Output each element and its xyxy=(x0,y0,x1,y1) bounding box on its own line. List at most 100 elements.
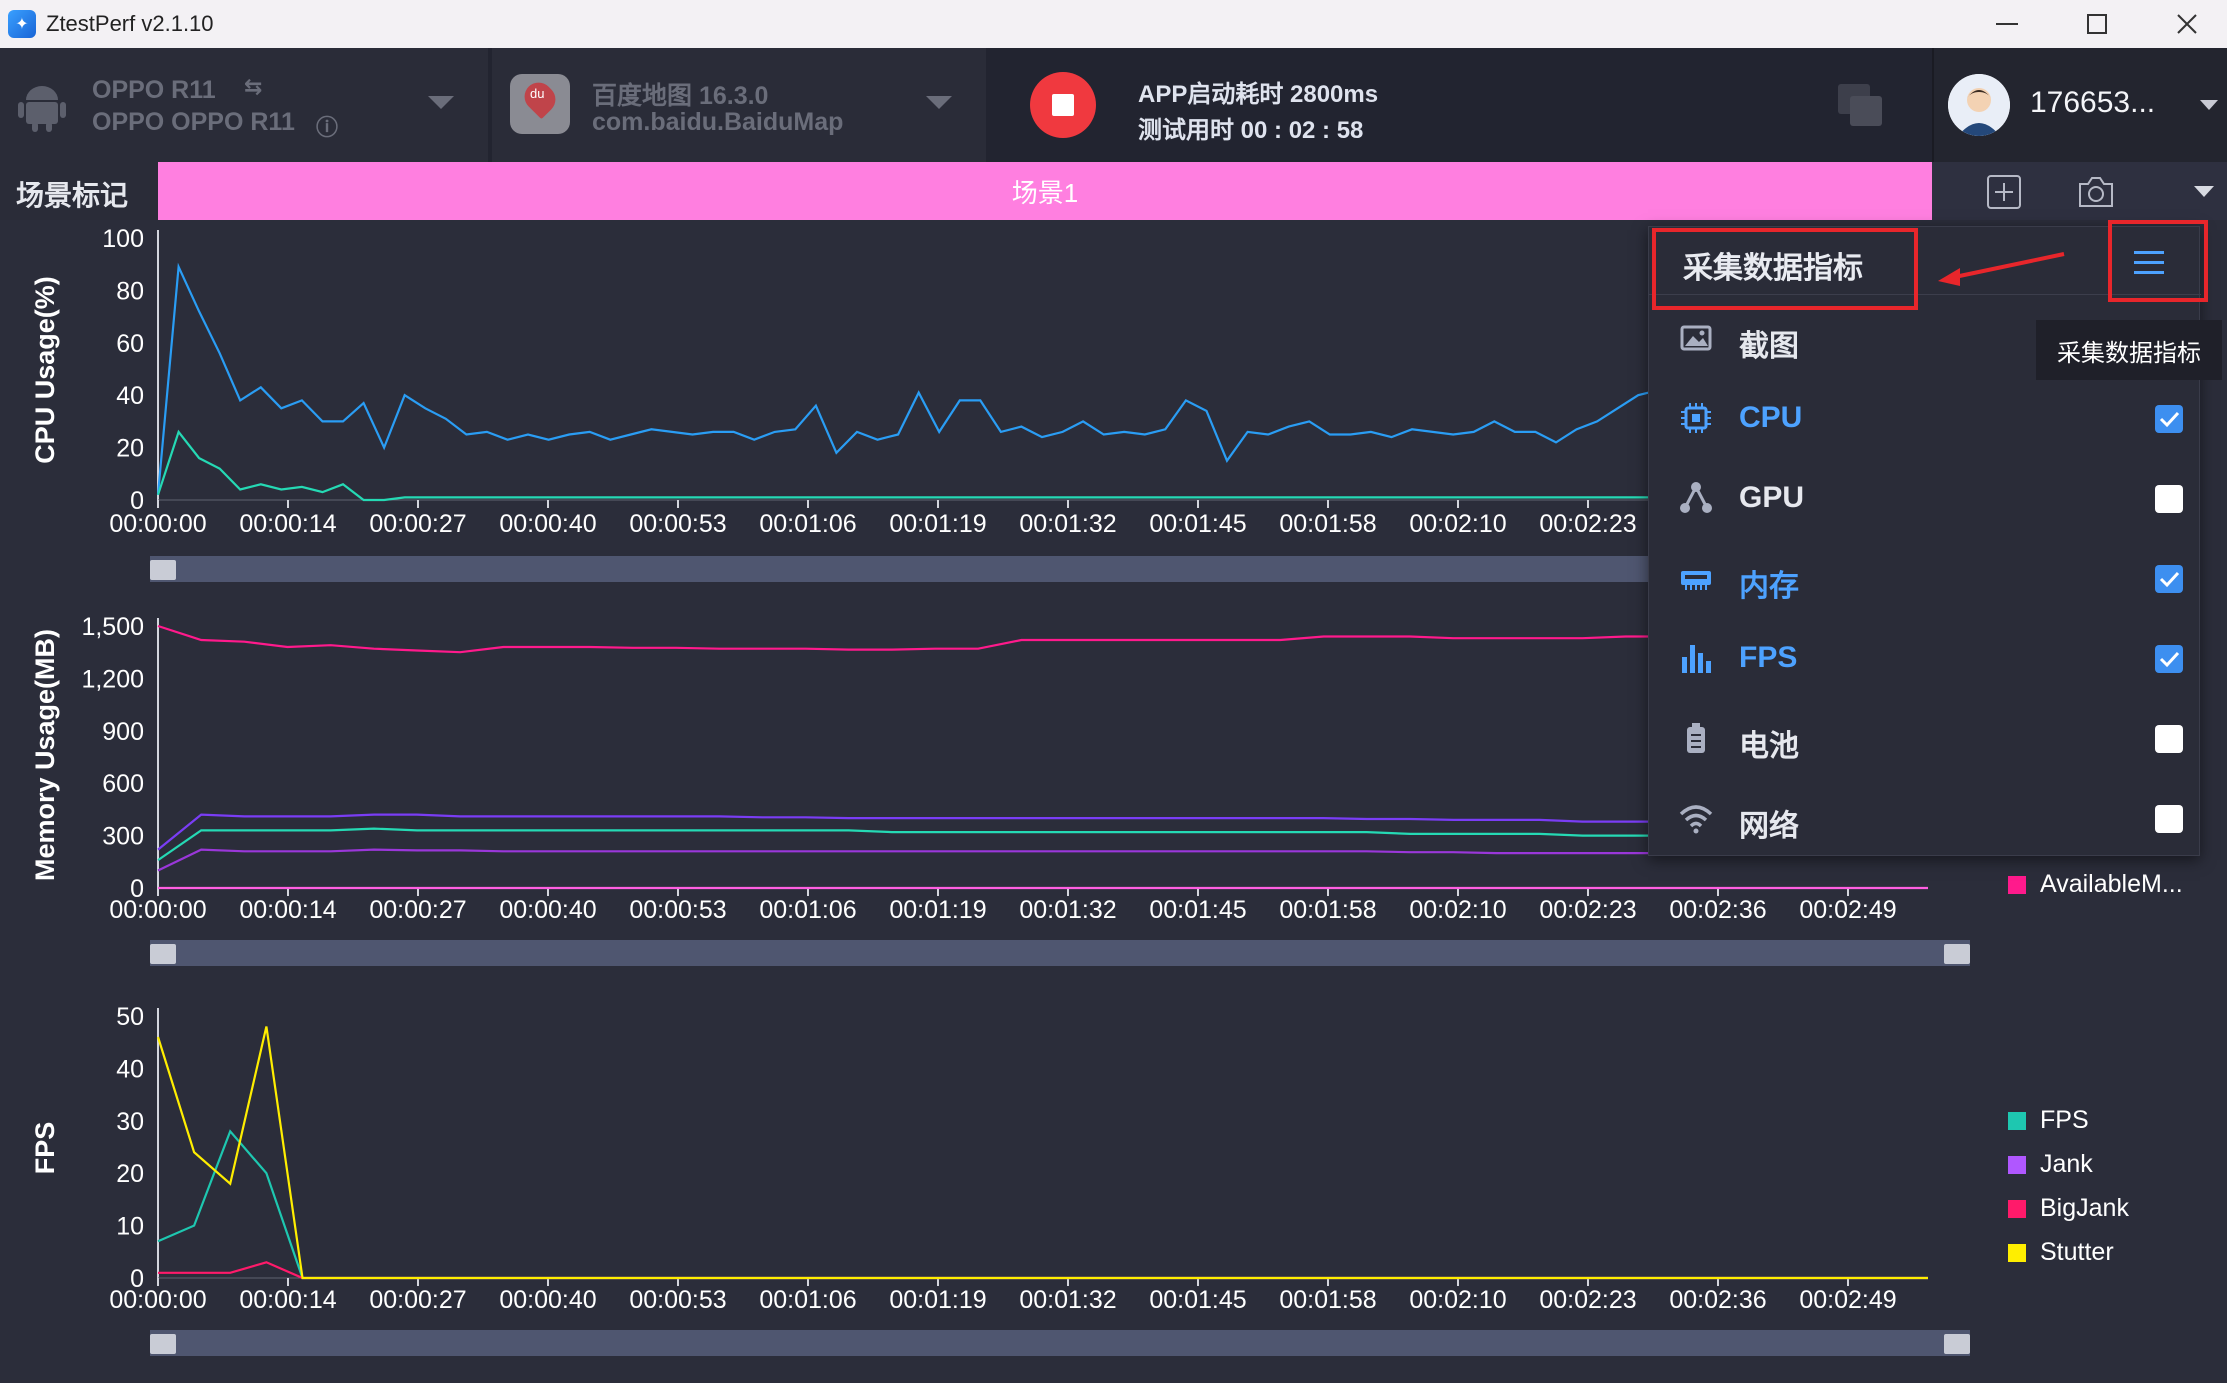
legend-swatch xyxy=(2008,1199,2026,1218)
series-line-2 xyxy=(156,1026,1928,1280)
scene-track[interactable]: 场景1 xyxy=(158,162,1932,220)
user-menu[interactable]: 176653... xyxy=(1932,48,2227,162)
x-tick-label: 00:00:53 xyxy=(629,1286,726,1314)
legend-swatch xyxy=(2008,1111,2026,1130)
x-tick-label: 00:00:40 xyxy=(499,896,596,924)
x-tick-label: 00:01:06 xyxy=(759,1286,856,1314)
close-button[interactable] xyxy=(2142,0,2227,48)
x-tick-label: 00:01:06 xyxy=(759,510,856,538)
zoom-handle-left[interactable] xyxy=(150,1334,176,1354)
metric-item-gpu[interactable]: GPU xyxy=(1649,467,2201,531)
chart-fps: FPS0102030405000:00:00 00:00:14 00:00:27 00… xyxy=(30,1003,1970,1356)
zoom-handle-left[interactable] xyxy=(150,560,176,580)
x-tick-label: 00:01:58 xyxy=(1279,1286,1376,1314)
minimize-button[interactable] xyxy=(1962,0,2052,48)
chevron-down-icon[interactable] xyxy=(2194,186,2214,197)
scene-bar: 场景标记 场景1 xyxy=(0,162,2227,220)
device-selector[interactable]: OPPO R11 ⇆ OPPO OPPO R11 ⓘ xyxy=(0,48,488,162)
legend-item-jank[interactable]: Jank xyxy=(2008,1150,2093,1179)
x-tick-label: 00:00:40 xyxy=(499,510,596,538)
legend-swatch xyxy=(2008,1155,2026,1174)
metric-checkbox[interactable] xyxy=(2155,645,2183,673)
add-scene-icon[interactable] xyxy=(1986,174,2022,210)
y-tick-label: 100 xyxy=(102,225,144,253)
x-tick-label: 00:01:32 xyxy=(1019,896,1116,924)
metric-item-网络[interactable]: 网络 xyxy=(1649,787,2201,851)
y-axis-title: FPS xyxy=(30,1122,60,1175)
zoom-slider-track[interactable] xyxy=(150,1330,1970,1356)
chevron-down-icon[interactable] xyxy=(926,96,952,109)
legend-item-availablem[interactable]: AvailableM... xyxy=(2008,870,2183,899)
legend-label: Jank xyxy=(2040,1150,2093,1178)
camera-icon[interactable] xyxy=(2076,174,2116,210)
share-nodes-icon xyxy=(1680,482,1712,513)
zoom-handle-left[interactable] xyxy=(150,944,176,964)
chip-icon xyxy=(1681,403,1711,433)
app-package: com.baidu.BaiduMap xyxy=(592,108,844,136)
chevron-down-icon[interactable] xyxy=(2200,100,2218,110)
x-tick-label: 00:00:14 xyxy=(239,510,336,538)
maximize-button[interactable] xyxy=(2052,0,2142,48)
zoom-handle-right[interactable] xyxy=(1944,944,1970,964)
zoom-slider[interactable] xyxy=(150,940,1970,966)
stop-test-button[interactable] xyxy=(1030,72,1096,138)
chevron-down-icon[interactable] xyxy=(428,96,454,109)
x-tick-label: 00:01:58 xyxy=(1279,510,1376,538)
app-name: 百度地图 16.3.0 xyxy=(592,82,769,110)
tooltip: 采集数据指标 xyxy=(2036,320,2222,380)
avatar xyxy=(1948,74,2010,136)
x-tick-label: 00:01:19 xyxy=(889,1286,986,1314)
metric-item-内存[interactable]: 内存 xyxy=(1649,547,2201,611)
x-tick-label: 00:01:45 xyxy=(1149,510,1246,538)
x-tick-label: 00:02:49 xyxy=(1799,896,1896,924)
legend-item-stutter[interactable]: Stutter xyxy=(2008,1238,2114,1267)
metric-item-label: 内存 xyxy=(1739,570,1799,603)
metric-item-label: 网络 xyxy=(1739,810,1799,843)
metric-item-fps[interactable]: FPS xyxy=(1649,627,2201,691)
y-tick-label: 40 xyxy=(116,1055,144,1083)
y-tick-label: 300 xyxy=(102,823,144,851)
x-tick-label: 00:01:19 xyxy=(889,510,986,538)
x-tick-label: 00:00:53 xyxy=(629,510,726,538)
tooltip-text: 采集数据指标 xyxy=(2057,339,2201,367)
series-line-0 xyxy=(157,1129,1928,1280)
legend-item-fps[interactable]: FPS xyxy=(2008,1106,2089,1135)
legend-item-bigjank[interactable]: BigJank xyxy=(2008,1194,2129,1223)
metric-checkbox[interactable] xyxy=(2155,725,2183,753)
metric-checkbox[interactable] xyxy=(2155,485,2183,513)
legend-label: AvailableM... xyxy=(2040,870,2183,898)
y-tick-label: 20 xyxy=(116,1160,144,1188)
x-tick-label: 00:00:53 xyxy=(629,896,726,924)
switch-icon[interactable]: ⇆ xyxy=(244,74,262,100)
legend-label: FPS xyxy=(2040,1106,2089,1134)
y-tick-label: 1,500 xyxy=(81,613,144,641)
window-copy-icon[interactable] xyxy=(1836,82,1886,130)
zoom-slider[interactable] xyxy=(150,1330,1970,1356)
y-tick-label: 20 xyxy=(116,435,144,463)
zoom-handle-right[interactable] xyxy=(1944,1334,1970,1354)
scene-name: 场景1 xyxy=(1011,177,1079,208)
x-tick-label: 00:02:36 xyxy=(1669,1286,1766,1314)
x-tick-label: 00:01:45 xyxy=(1149,1286,1246,1314)
metric-item-电池[interactable]: 电池 xyxy=(1649,707,2201,771)
metric-item-label: GPU xyxy=(1739,481,1805,514)
info-icon[interactable]: ⓘ xyxy=(316,110,338,142)
y-axis-title: CPU Usage(%) xyxy=(30,276,60,464)
y-tick-label: 60 xyxy=(116,330,144,358)
metric-item-cpu[interactable]: CPU xyxy=(1649,387,2201,451)
metric-item-label: 电池 xyxy=(1739,730,1799,763)
metric-checkbox[interactable] xyxy=(2155,805,2183,833)
x-tick-label: 00:02:10 xyxy=(1409,1286,1506,1314)
checkmark-icon xyxy=(2159,651,2180,668)
y-tick-label: 30 xyxy=(116,1108,144,1136)
battery-icon xyxy=(1687,723,1705,753)
zoom-slider-track[interactable] xyxy=(150,940,1970,966)
app-selector[interactable]: du 百度地图 16.3.0 com.baidu.BaiduMap xyxy=(492,48,986,162)
scene-tools xyxy=(1932,162,2227,220)
annotation-box-menu xyxy=(2108,220,2208,302)
test-elapsed-time: 测试用时 00 : 02 : 58 xyxy=(1138,117,1364,144)
x-tick-label: 00:01:45 xyxy=(1149,896,1246,924)
metric-checkbox[interactable] xyxy=(2155,565,2183,593)
metric-checkbox[interactable] xyxy=(2155,405,2183,433)
x-tick-label: 00:00:14 xyxy=(239,896,336,924)
